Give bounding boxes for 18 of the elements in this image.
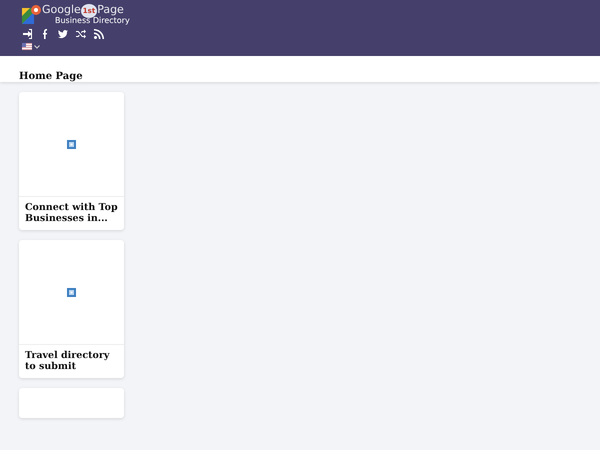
facebook-icon[interactable] xyxy=(40,29,50,39)
sign-in-icon[interactable] xyxy=(22,29,32,39)
caret-icon[interactable] xyxy=(34,44,40,48)
shuffle-icon[interactable] xyxy=(76,29,86,39)
logo-text: Page xyxy=(97,3,124,16)
card-title[interactable]: Connect with Top Businesses in... xyxy=(19,197,124,230)
listing-card[interactable]: Travel directory to submit xyxy=(19,240,124,378)
twitter-icon[interactable] xyxy=(58,29,68,39)
map-pin-logo-icon xyxy=(22,4,42,24)
rss-icon[interactable] xyxy=(94,29,104,39)
logo-tagline: Business Directory xyxy=(55,16,130,25)
listing-card[interactable]: Connect with Top Businesses in... xyxy=(19,92,124,230)
flag-icon[interactable] xyxy=(22,43,32,50)
card-title[interactable]: Travel directory to submit xyxy=(19,345,124,378)
broken-image-icon xyxy=(67,140,76,148)
page-title: Home Page xyxy=(19,71,83,82)
logo-text: Google xyxy=(42,3,81,16)
broken-image-icon xyxy=(67,288,76,296)
